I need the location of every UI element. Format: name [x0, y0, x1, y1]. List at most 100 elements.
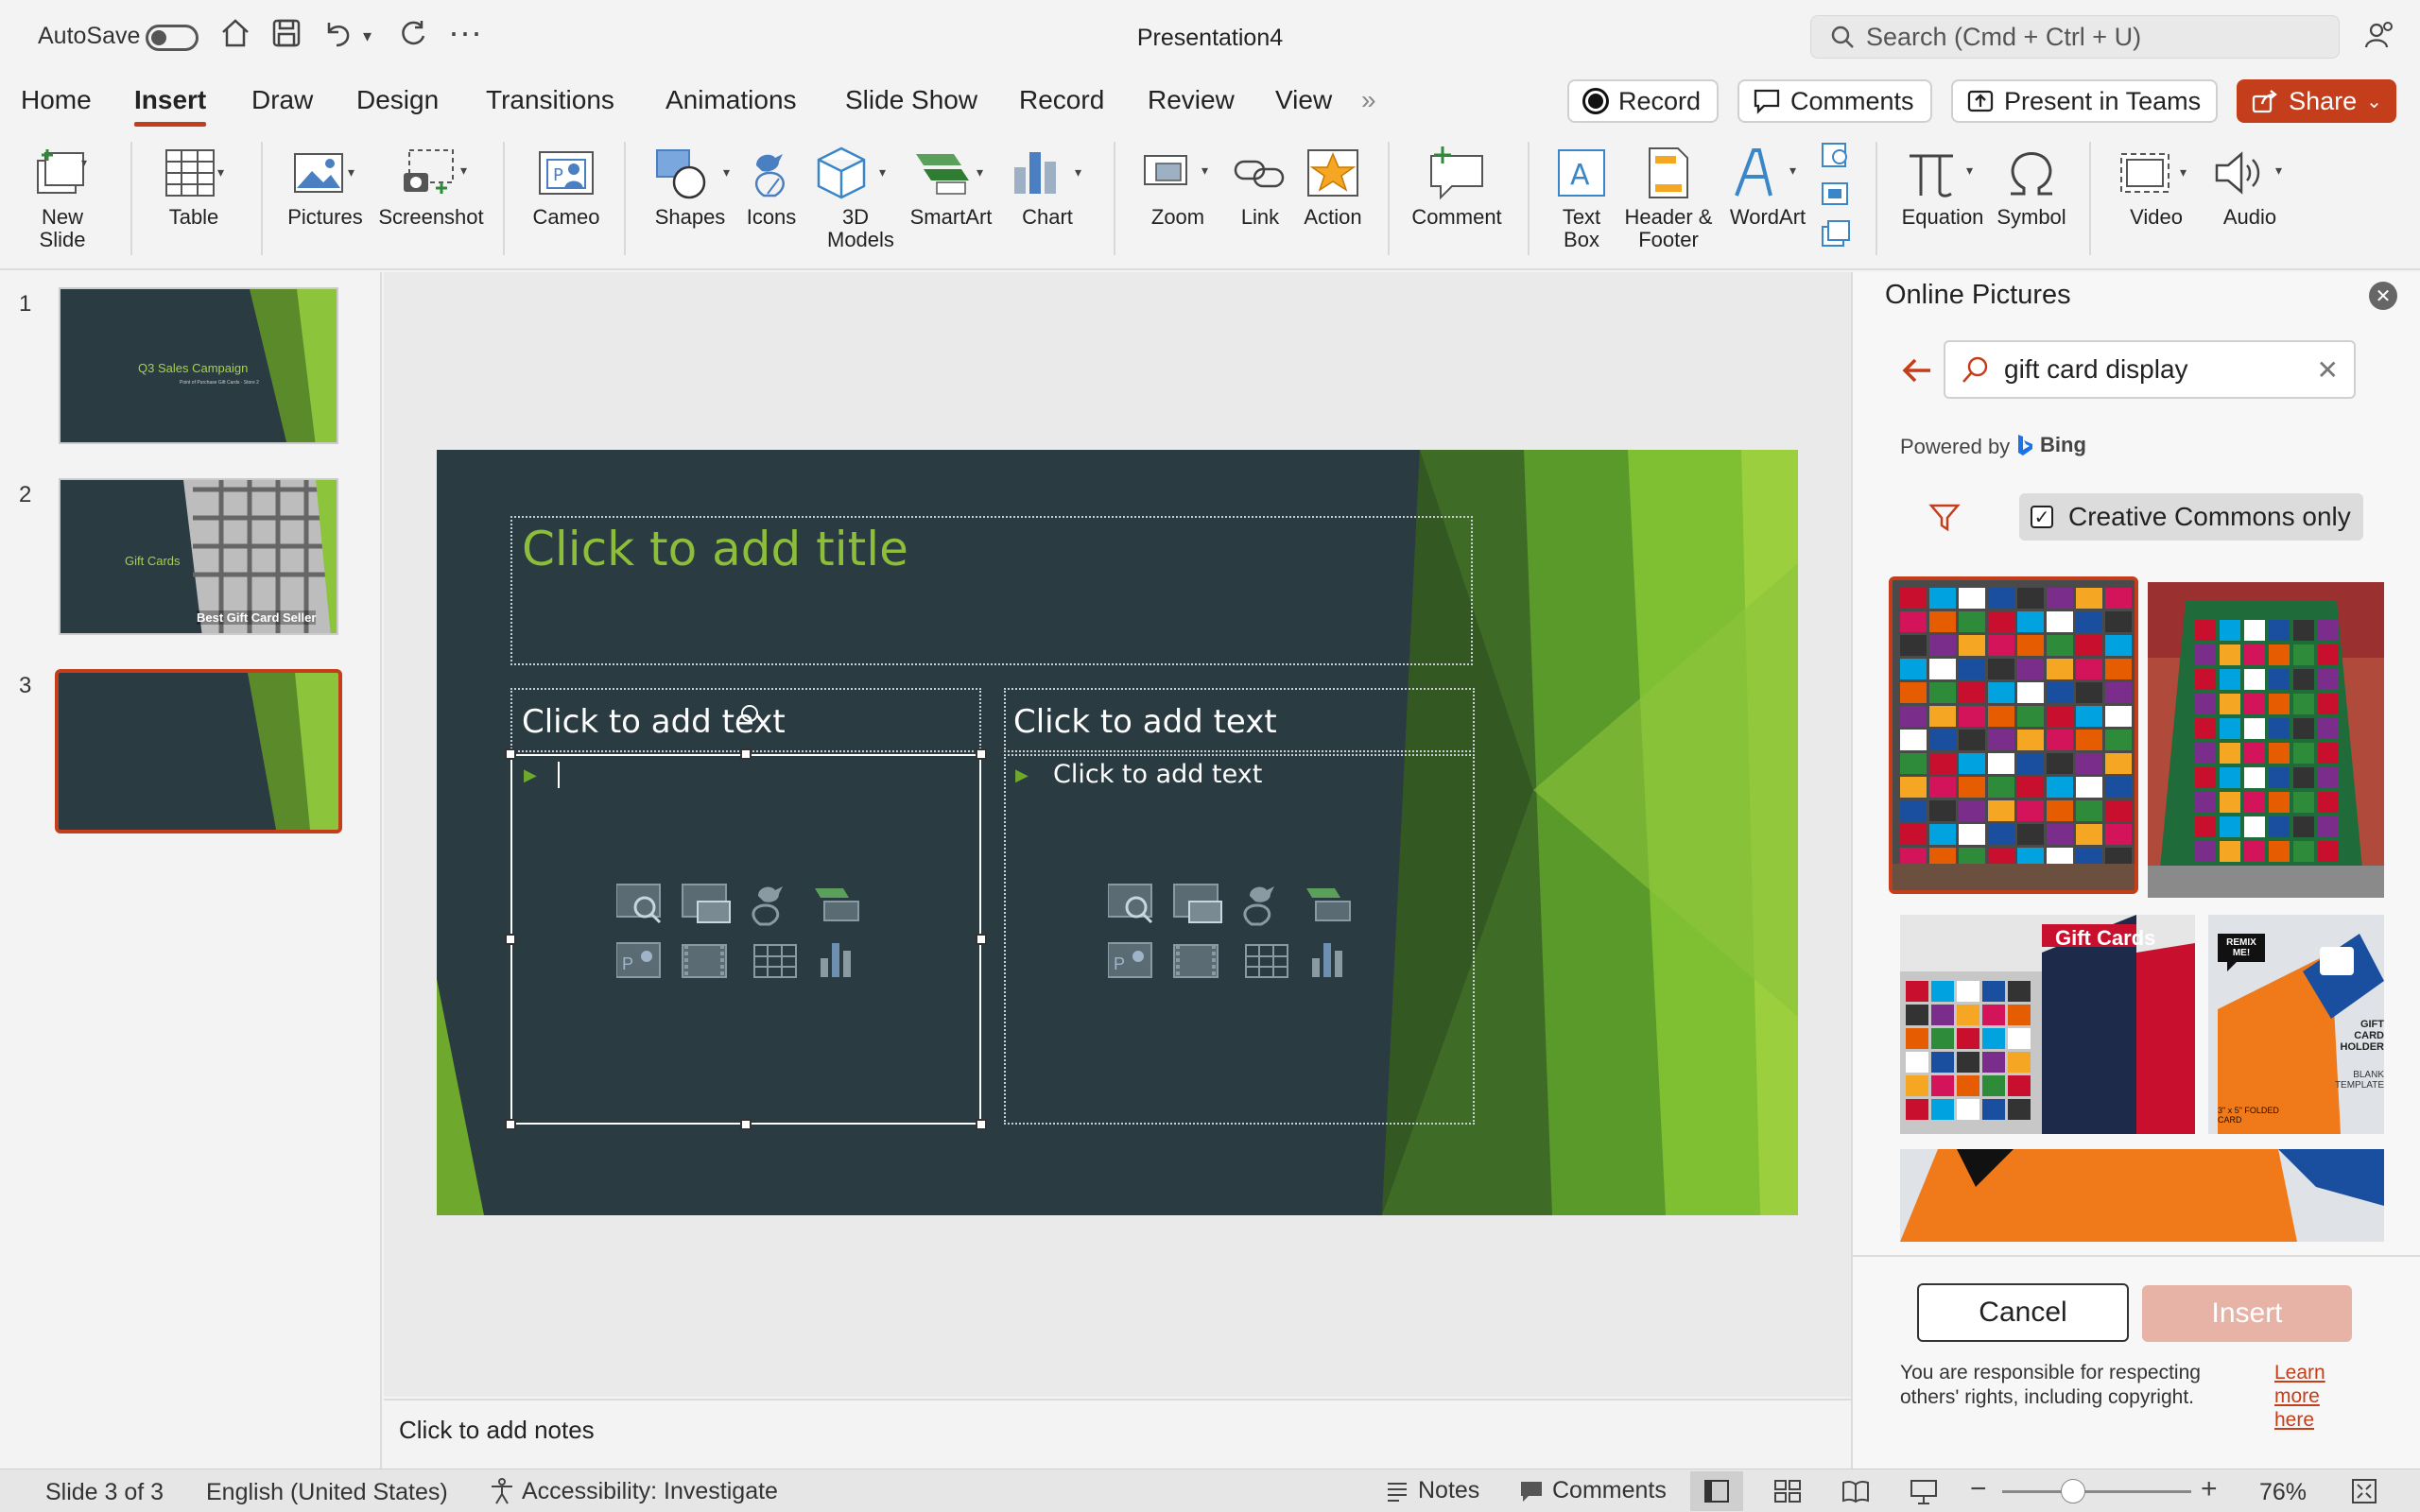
symbol-button[interactable]: Symbol: [1989, 140, 2074, 229]
icons-insert-icon[interactable]: [1243, 886, 1274, 926]
zoom-out-icon[interactable]: −: [1970, 1473, 1987, 1505]
online-pictures-icon[interactable]: [682, 884, 731, 923]
filter-icon[interactable]: [1928, 501, 1961, 538]
pictures-button[interactable]: ▾ Pictures: [278, 140, 372, 229]
online-pictures-icon[interactable]: [1173, 884, 1222, 923]
resize-handle[interactable]: [505, 1119, 516, 1130]
tab-draw[interactable]: Draw: [251, 77, 313, 123]
fit-to-window-icon[interactable]: [2350, 1477, 2378, 1512]
share-button[interactable]: Share ⌄: [2237, 79, 2396, 123]
wordart-button[interactable]: ▾ WordArt: [1719, 140, 1817, 229]
tab-record[interactable]: Record: [1019, 77, 1104, 123]
comment-button[interactable]: Comment: [1405, 140, 1509, 229]
slide-sorter-view-icon[interactable]: [1773, 1479, 1802, 1510]
language-indicator[interactable]: English (United States): [206, 1479, 448, 1506]
icons-button[interactable]: Icons: [734, 140, 809, 229]
screenshot-button[interactable]: ▾ Screenshot: [374, 140, 488, 229]
more-options-icon[interactable]: ···: [448, 13, 482, 51]
clear-search-icon[interactable]: ✕: [2317, 354, 2339, 386]
tab-view[interactable]: View: [1275, 77, 1332, 123]
result-image-1[interactable]: [1889, 576, 2138, 894]
tab-design[interactable]: Design: [356, 77, 439, 123]
table-insert-icon[interactable]: [1245, 944, 1288, 978]
zoom-slider-track[interactable]: [2002, 1490, 2191, 1493]
undo-dropdown-icon[interactable]: ▾: [363, 26, 372, 46]
notes-pane[interactable]: Click to add notes: [384, 1399, 1851, 1469]
autosave-toggle[interactable]: [146, 25, 199, 51]
slide-thumbnail-2[interactable]: Gift Cards Best Gift Card Seller: [59, 478, 338, 635]
cameo-insert-icon[interactable]: P: [615, 942, 661, 978]
result-image-2[interactable]: [2148, 582, 2384, 898]
result-image-3[interactable]: Gift Cards: [1900, 915, 2195, 1134]
accessibility-checker[interactable]: Accessibility: Investigate: [488, 1477, 778, 1505]
back-arrow-icon[interactable]: [1898, 352, 1936, 394]
cancel-button[interactable]: Cancel: [1917, 1283, 2129, 1342]
close-pane-icon[interactable]: ✕: [2369, 282, 2397, 310]
normal-view-icon[interactable]: [1690, 1471, 1743, 1511]
audio-button[interactable]: ▾ Audio: [2203, 140, 2297, 229]
picture-search-input[interactable]: gift card display ✕: [1944, 340, 2356, 399]
equation-button[interactable]: ▾ Equation: [1891, 140, 1995, 229]
resize-handle[interactable]: [976, 1119, 987, 1130]
date-time-icon[interactable]: [1819, 140, 1853, 253]
notes-toggle[interactable]: Notes: [1384, 1477, 1479, 1504]
resize-handle[interactable]: [976, 934, 987, 945]
resize-handle[interactable]: [505, 934, 516, 945]
cameo-insert-icon[interactable]: P: [1107, 942, 1152, 978]
checkbox-checked-icon[interactable]: ✓: [2031, 506, 2053, 528]
smartart-insert-icon[interactable]: [1306, 888, 1351, 921]
video-insert-icon[interactable]: [682, 944, 727, 978]
chart-insert-icon[interactable]: [821, 943, 851, 977]
table-button[interactable]: ▾ Table: [142, 140, 246, 229]
action-button[interactable]: Action: [1295, 140, 1371, 229]
redo-icon[interactable]: [397, 17, 429, 54]
comments-button[interactable]: Comments: [1737, 79, 1932, 123]
home-icon[interactable]: [219, 17, 251, 54]
record-button[interactable]: Record: [1567, 79, 1719, 123]
chart-button[interactable]: ▾ Chart: [1002, 140, 1093, 229]
resize-handle[interactable]: [740, 1119, 752, 1130]
result-image-5[interactable]: [1900, 1149, 2384, 1242]
video-insert-icon[interactable]: [1173, 944, 1219, 978]
tab-animations[interactable]: Animations: [666, 77, 797, 123]
table-insert-icon[interactable]: [753, 944, 797, 978]
cameo-button[interactable]: P Cameo: [524, 140, 609, 229]
slide-thumbnail-1[interactable]: Q3 Sales Campaign Point of Purchase Gift…: [59, 287, 338, 444]
tab-slide-show[interactable]: Slide Show: [845, 77, 977, 123]
search-box[interactable]: Search (Cmd + Ctrl + U): [1810, 15, 2340, 59]
zoom-in-icon[interactable]: +: [2201, 1473, 2218, 1505]
creative-commons-toggle[interactable]: ✓ Creative Commons only: [2019, 493, 2363, 541]
undo-icon[interactable]: [321, 17, 354, 54]
slide[interactable]: Click to add title Click to add text ▶ C…: [437, 450, 1798, 1215]
header-footer-button[interactable]: Header & Footer: [1618, 140, 1719, 251]
smartart-button[interactable]: ▾ SmartArt: [904, 140, 998, 229]
smartart-insert-icon[interactable]: [815, 888, 859, 921]
slide-thumbnail-3[interactable]: [55, 669, 342, 833]
tab-insert[interactable]: Insert: [134, 77, 207, 127]
zoom-button[interactable]: ▾ Zoom: [1131, 140, 1225, 229]
3d-models-button[interactable]: ▾ 3D Models: [813, 140, 898, 251]
stock-images-icon[interactable]: [615, 884, 662, 924]
insert-button[interactable]: Insert: [2142, 1285, 2352, 1342]
chart-insert-icon[interactable]: [1312, 943, 1342, 977]
text-box-button[interactable]: A Text Box: [1541, 140, 1622, 251]
video-button[interactable]: ▾ Video: [2104, 140, 2208, 229]
new-slide-button[interactable]: ▾ New Slide: [11, 140, 113, 251]
resize-handle[interactable]: [976, 748, 987, 760]
slide-show-view-icon[interactable]: [1910, 1479, 1938, 1512]
resize-handle[interactable]: [505, 748, 516, 760]
save-icon[interactable]: [270, 17, 302, 54]
zoom-slider-thumb[interactable]: [2061, 1479, 2085, 1503]
rotate-handle-icon[interactable]: [741, 705, 758, 722]
stock-images-icon[interactable]: [1107, 884, 1153, 924]
tab-transitions[interactable]: Transitions: [486, 77, 614, 123]
comments-toggle[interactable]: Comments: [1518, 1477, 1667, 1504]
reading-view-icon[interactable]: [1841, 1479, 1870, 1510]
resize-handle[interactable]: [740, 748, 752, 760]
result-image-4[interactable]: REMIX ME! GIFT CARD HOLDER BLANK TEMPLAT…: [2208, 915, 2384, 1134]
learn-more-link[interactable]: Learn more here: [2274, 1361, 2350, 1432]
zoom-level[interactable]: 76%: [2259, 1479, 2307, 1506]
icons-insert-icon[interactable]: [752, 886, 783, 926]
link-button[interactable]: Link: [1227, 140, 1293, 229]
present-in-teams-button[interactable]: Present in Teams: [1951, 79, 2218, 123]
